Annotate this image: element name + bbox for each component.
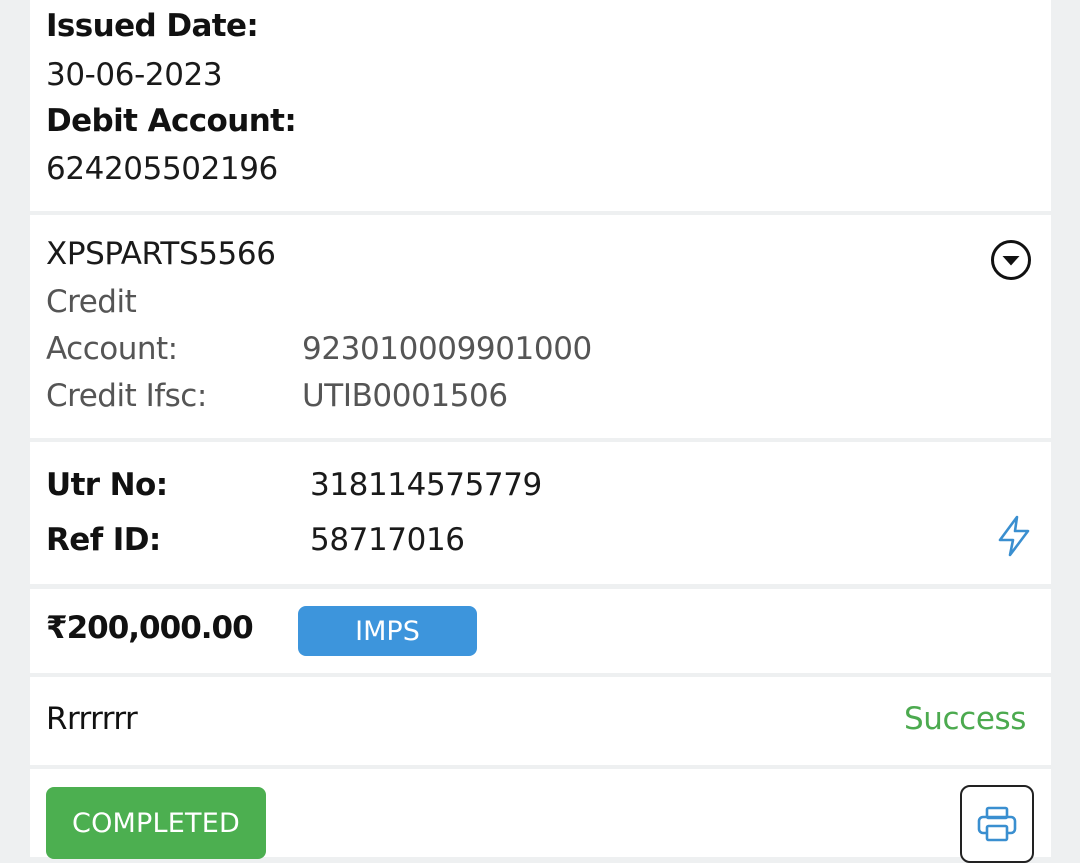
reference-section: Utr No: 318114575779 Ref ID: 58717016 xyxy=(30,442,1051,584)
beneficiary-section: XPSPARTS5566 Credit Account: 92301000990… xyxy=(30,215,1051,438)
utr-value: 318114575779 xyxy=(310,467,542,503)
ref-id-value: 58717016 xyxy=(310,522,465,558)
issued-date-label: Issued Date: xyxy=(46,8,259,44)
utr-label: Utr No: xyxy=(46,467,168,503)
chevron-down-circle-icon[interactable] xyxy=(990,239,1032,281)
completed-button[interactable]: COMPLETED xyxy=(46,787,266,859)
status-text: Success xyxy=(904,701,1026,737)
debit-account-label: Debit Account: xyxy=(46,103,297,139)
actions-section: COMPLETED xyxy=(30,769,1051,863)
amount-value: ₹200,000.00 xyxy=(46,610,254,646)
issued-date-value: 30-06-2023 xyxy=(46,57,223,93)
credit-account-label-line1: Credit xyxy=(46,284,137,320)
beneficiary-name: XPSPARTS5566 xyxy=(46,236,276,272)
credit-ifsc-label: Credit Ifsc: xyxy=(46,378,207,414)
printer-icon xyxy=(977,806,1017,842)
amount-section: ₹200,000.00 IMPS xyxy=(30,589,1051,673)
credit-ifsc-value: UTIB0001506 xyxy=(302,378,508,414)
payment-mode-badge: IMPS xyxy=(298,606,477,656)
remark-section: Rrrrrrr Success xyxy=(30,677,1051,765)
transaction-info-section: Issued Date: 30-06-2023 Debit Account: 6… xyxy=(30,0,1051,211)
ref-id-label: Ref ID: xyxy=(46,522,161,558)
print-button[interactable] xyxy=(960,785,1034,863)
lightning-bolt-icon[interactable] xyxy=(994,514,1034,558)
credit-account-label-line2: Account: xyxy=(46,331,178,367)
remark-text: Rrrrrrr xyxy=(46,701,138,737)
credit-account-value: 923010009901000 xyxy=(302,331,592,367)
debit-account-value: 624205502196 xyxy=(46,151,278,187)
